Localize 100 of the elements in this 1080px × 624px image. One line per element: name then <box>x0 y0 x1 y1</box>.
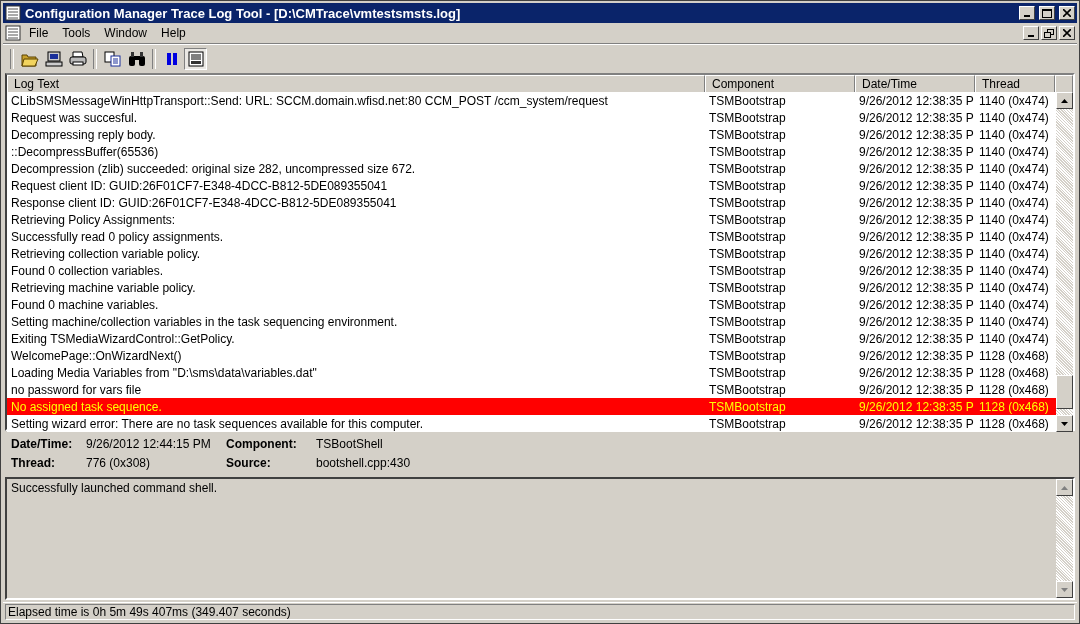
table-cell-text: 1140 (0x474) <box>978 195 1050 210</box>
table-cell-text: 1140 (0x474) <box>978 314 1050 329</box>
toolbar-button[interactable] <box>184 48 207 70</box>
table-cell-text: 9/26/2012 12:38:35 P <box>858 382 975 397</box>
scroll-down-button[interactable] <box>1056 581 1073 598</box>
menu-item[interactable]: Window <box>98 25 154 41</box>
table-cell-text: 9/26/2012 12:38:35 P <box>858 161 975 176</box>
close-button[interactable] <box>1059 6 1075 20</box>
table-cell-text: 9/26/2012 12:38:35 P <box>858 348 975 363</box>
table-cell-text: Loading Media Variables from "D:\sms\data\variables.dat" <box>10 365 318 380</box>
table-cell-text: 1128 (0x468) <box>978 399 1050 414</box>
scroll-up-button[interactable] <box>1056 92 1073 109</box>
toolbar-button[interactable] <box>101 48 124 70</box>
table-cell-text: TSMBootstrap <box>708 229 787 244</box>
toolbar-button[interactable] <box>42 48 65 70</box>
table-cell-text: TSMBootstrap <box>708 416 787 431</box>
restore-button[interactable] <box>1041 26 1057 40</box>
scrollbar[interactable] <box>1056 92 1073 432</box>
table-cell-text: 9/26/2012 12:38:35 P <box>858 297 975 312</box>
table-cell-text: 9/26/2012 12:38:35 P <box>858 127 975 142</box>
table-cell-text: TSMBootstrap <box>708 212 787 227</box>
table-cell-text: No assigned task sequence. <box>10 399 163 414</box>
table-cell-text: TSMBootstrap <box>708 331 787 346</box>
table-cell-text: Retrieving collection variable policy. <box>10 246 202 261</box>
app-icon <box>5 5 21 21</box>
table-cell-text: 1140 (0x474) <box>978 263 1050 278</box>
table-cell-text: TSMBootstrap <box>708 365 787 380</box>
log-row[interactable]: CLibSMSMessageWinHttpTransport::Send: URL: SCCM.domain.wfisd.net:80 CCM_POST /ccm_system/request TSMBootstrap 9/26/2012 12:38:35 P 1140 (0x474) <box>7 92 1056 109</box>
table-cell-text: TSMBootstrap <box>708 144 787 159</box>
table-cell-text: 1140 (0x474) <box>978 229 1050 244</box>
minimize-button[interactable] <box>1019 6 1035 20</box>
message-box[interactable]: Successfully launched command shell. <box>5 477 1075 600</box>
table-cell-text: Response client ID: GUID:26F01CF7-E348-4DCC-B812-5DE089355041 <box>10 195 398 210</box>
table-cell-text: TSMBootstrap <box>708 246 787 261</box>
table-cell-text: 1140 (0x474) <box>978 161 1050 176</box>
table-cell-text: TSMBootstrap <box>708 178 787 193</box>
table-cell-text: 9/26/2012 12:38:35 P <box>858 144 975 159</box>
table-cell-text: 9/26/2012 12:38:35 P <box>858 93 975 108</box>
table-cell-text: 1140 (0x474) <box>978 331 1050 346</box>
table-cell-text: 1140 (0x474) <box>978 212 1050 227</box>
status-text: Elapsed time is 0h 5m 49s 407ms (349.407 seconds) <box>5 604 1075 620</box>
table-cell-text: 9/26/2012 12:38:35 P <box>858 229 975 244</box>
table-cell-text: 9/26/2012 12:38:35 P <box>858 399 975 414</box>
error-row[interactable]: No assigned task sequence. TSMBootstrap 9/26/2012 12:38:35 P 1128 (0x468) <box>7 398 1056 415</box>
table-cell-text: 1140 (0x474) <box>978 144 1050 159</box>
table-cell-text: 9/26/2012 12:38:35 P <box>858 246 975 261</box>
maximize-icon <box>1042 8 1052 18</box>
table-cell-text: TSMBootstrap <box>708 127 787 142</box>
table-cell-text: Setting machine/collection variables in the task sequencing environment. <box>10 314 399 329</box>
scroll-up-button[interactable] <box>1056 479 1073 496</box>
detail-label: Source: <box>226 456 272 471</box>
scroll-down-button[interactable] <box>1056 415 1073 432</box>
table-cell-text: WelcomePage::OnWizardNext() <box>10 348 183 363</box>
table-cell-text: Setting wizard error: There are no task sequences available for this computer. <box>10 416 424 431</box>
table-cell-text: ::DecompressBuffer(65536) <box>10 144 160 159</box>
table-cell-text: Decompressing reply body. <box>10 127 157 142</box>
details-pane-icon <box>187 51 204 67</box>
table-cell-text: 1140 (0x474) <box>978 297 1050 312</box>
table-cell-text: Retrieving machine variable policy. <box>10 280 197 295</box>
menu-item[interactable]: File <box>23 25 55 41</box>
table-cell-text: 1140 (0x474) <box>978 93 1050 108</box>
detail-value: 776 (0x308) <box>86 456 152 471</box>
table-cell-text: 9/26/2012 12:38:35 P <box>858 416 975 431</box>
table-cell-text: Retrieving Policy Assignments: <box>10 212 177 227</box>
restore-icon <box>1044 28 1054 38</box>
table-cell-text: 1128 (0x468) <box>978 382 1050 397</box>
table-cell-text: Decompression (zlib) succeeded: original size 282, uncompressed size 672. <box>10 161 417 176</box>
table-cell-text: 9/26/2012 12:38:35 P <box>858 110 975 125</box>
table-cell-text: Successfully read 0 policy assignments. <box>10 229 225 244</box>
table-cell-text: no password for vars file <box>10 382 143 397</box>
table-cell-text: TSMBootstrap <box>708 280 787 295</box>
detail-label: Date/Time: <box>11 437 74 452</box>
close-button[interactable] <box>1059 26 1075 40</box>
menu-item[interactable]: Tools <box>56 25 97 41</box>
table-cell-text: 9/26/2012 12:38:35 P <box>858 178 975 193</box>
table-cell-text: 1140 (0x474) <box>978 110 1050 125</box>
minimize-button[interactable] <box>1023 26 1039 40</box>
pause-icon <box>164 52 179 66</box>
table-cell-text: Request was succesful. <box>10 110 139 125</box>
menu-item[interactable]: Help <box>155 25 192 41</box>
computer-icon <box>44 51 63 67</box>
table-cell-text: TSMBootstrap <box>708 348 787 363</box>
up-arrow-icon <box>1061 98 1068 103</box>
scrollbar[interactable] <box>1056 479 1073 598</box>
table-cell-text: Found 0 collection variables. <box>10 263 165 278</box>
table-cell-text: 1140 (0x474) <box>978 178 1050 193</box>
message-text: Successfully launched command shell. <box>10 480 219 497</box>
detail-value: TSBootShell <box>316 437 384 452</box>
maximize-button[interactable] <box>1039 6 1055 20</box>
table-cell-text: 1128 (0x468) <box>978 416 1050 431</box>
window-title: Configuration Manager Trace Log Tool - [D:\CMTrace\vmtestsmsts.log] <box>25 5 462 21</box>
detail-label: Component: <box>226 437 298 452</box>
printer-icon <box>68 51 87 67</box>
table-cell-text: TSMBootstrap <box>708 382 787 397</box>
table-cell-text: TSMBootstrap <box>708 263 787 278</box>
table-cell-text: 1140 (0x474) <box>978 280 1050 295</box>
table-cell-text: 1140 (0x474) <box>978 127 1050 142</box>
close-icon <box>1063 9 1071 17</box>
document-icon <box>5 25 21 41</box>
scroll-thumb[interactable] <box>1056 375 1073 409</box>
